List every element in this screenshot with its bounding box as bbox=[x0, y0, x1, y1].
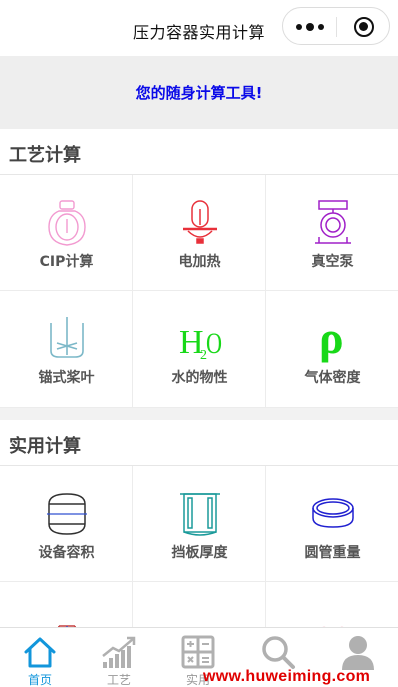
tab-process[interactable]: 工艺 bbox=[79, 628, 159, 687]
search-icon bbox=[262, 636, 295, 669]
section-title: 工艺计算 bbox=[9, 145, 81, 166]
navigation-bar: 压力容器实用计算 bbox=[0, 0, 398, 56]
bar-chart-icon bbox=[102, 636, 136, 668]
grid-item-label: CIP计算 bbox=[39, 254, 94, 270]
section-header-process: 工艺计算 bbox=[0, 129, 398, 175]
grid-item-label: 锚式桨叶 bbox=[38, 370, 95, 386]
mini-program-capsule bbox=[282, 7, 390, 45]
rho-icon: ρ bbox=[319, 315, 344, 363]
vacuum-pump-icon bbox=[315, 200, 351, 244]
slogan-banner: 您的随身计算工具! bbox=[0, 56, 398, 129]
section-spacer bbox=[0, 408, 398, 420]
section-title: 实用计算 bbox=[9, 436, 81, 457]
h2o-icon: H 2 O bbox=[179, 324, 222, 363]
home-icon bbox=[24, 637, 56, 668]
section-header-practical: 实用计算 bbox=[0, 420, 398, 466]
vessel-volume-icon bbox=[47, 493, 87, 535]
grid-item-electric-heating[interactable]: 电加热 bbox=[133, 175, 266, 291]
grid-item-cip[interactable]: CIP计算 bbox=[0, 175, 133, 291]
grid-item-baffle-thickness[interactable]: 挡板厚度 bbox=[133, 466, 266, 582]
capsule-divider bbox=[336, 17, 337, 37]
grid-item-label: 挡板厚度 bbox=[171, 545, 228, 561]
grid-item-label: 电加热 bbox=[178, 254, 221, 270]
user-icon bbox=[342, 636, 374, 670]
tab-label: 首页 bbox=[27, 673, 52, 687]
grid-item-anchor-impeller[interactable]: 锚式桨叶 bbox=[0, 291, 133, 408]
tab-label: 工艺 bbox=[106, 673, 131, 687]
grid-item-label: 圆管重量 bbox=[304, 545, 361, 561]
grid-item-pipe-weight[interactable]: 圆管重量 bbox=[266, 466, 398, 582]
grid-item-vacuum-pump[interactable]: 真空泵 bbox=[266, 175, 398, 291]
grid-item-vessel-volume[interactable]: 设备容积 bbox=[0, 466, 133, 582]
grid-item-label: 气体密度 bbox=[304, 370, 361, 386]
tab-home[interactable]: 首页 bbox=[0, 628, 80, 687]
pipe-ring-icon bbox=[312, 498, 354, 528]
cip-tank-icon bbox=[48, 200, 86, 246]
close-mini-program-icon[interactable] bbox=[354, 17, 374, 37]
grid-item-label: 设备容积 bbox=[38, 545, 95, 561]
svg-text:ρ: ρ bbox=[319, 315, 344, 363]
grid-item-label: 水的物性 bbox=[171, 370, 228, 386]
grid-item-label: 真空泵 bbox=[311, 254, 354, 270]
svg-text:O: O bbox=[206, 327, 222, 360]
more-menu-icon[interactable] bbox=[296, 23, 324, 31]
anchor-impeller-icon bbox=[50, 317, 84, 358]
banner-slogan: 您的随身计算工具! bbox=[135, 84, 263, 102]
watermark: www.huweiming.com bbox=[203, 668, 371, 685]
calculator-icon bbox=[181, 635, 215, 669]
electric-heater-icon bbox=[183, 200, 217, 244]
grid-item-gas-density[interactable]: ρ 气体密度 bbox=[266, 291, 398, 408]
grid-item-water-properties[interactable]: H 2 O 水的物性 bbox=[133, 291, 266, 408]
baffle-tank-icon bbox=[180, 493, 220, 536]
